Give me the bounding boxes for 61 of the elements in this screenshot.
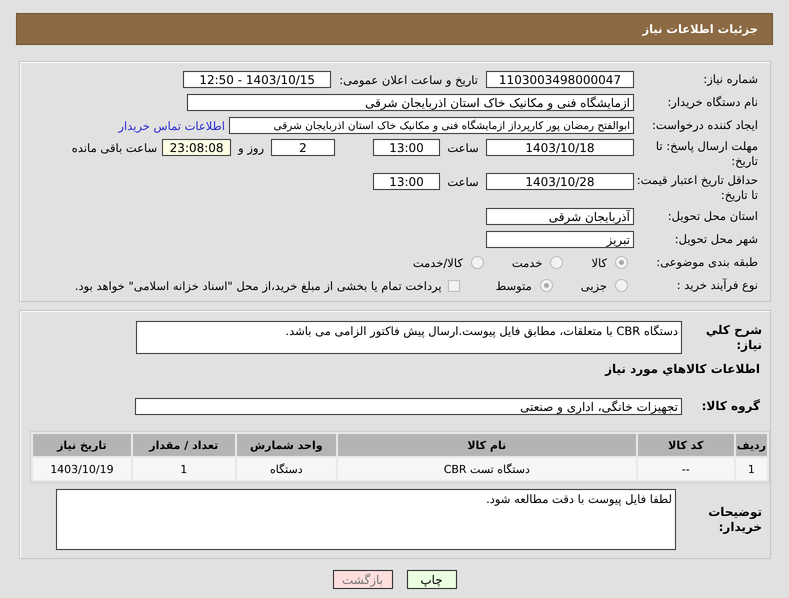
- table-cell: --: [638, 458, 734, 480]
- field-label: ایجاد کننده درخواست:: [651, 118, 759, 133]
- field-label: نوع فرآیند خرید :: [676, 278, 759, 293]
- city-field[interactable]: تبریز: [486, 231, 634, 248]
- radio-button[interactable]: [615, 256, 628, 269]
- date-field[interactable]: 1403/10/28: [486, 173, 634, 190]
- column-header: تاریخ نیاز: [33, 434, 131, 456]
- back-button[interactable]: بازگشت: [332, 570, 392, 589]
- column-header: ردیف: [736, 434, 767, 456]
- days-label: روز و: [238, 140, 264, 154]
- checkbox[interactable]: [448, 280, 460, 292]
- time-label: ساعت: [446, 174, 480, 188]
- print-button[interactable]: چاپ: [406, 570, 456, 589]
- column-header: تعداد / مقدار: [132, 434, 235, 456]
- table-cell: دستگاه: [236, 458, 336, 480]
- goods-group-field[interactable]: تجهیزات خانگی، اداری و صنعتی: [135, 398, 682, 415]
- field-label: تاریخ و ساعت اعلان عمومی:: [339, 72, 478, 86]
- field-label: گروه کالا:: [700, 399, 761, 414]
- field-label: استان محل تحویل:: [666, 209, 759, 224]
- need-number-field[interactable]: 1103003498000047: [486, 71, 634, 88]
- field-label: شهر محل تحویل:: [674, 232, 759, 247]
- time-field[interactable]: 13:00: [373, 139, 440, 156]
- option-label: کالا/خدمت: [412, 256, 463, 270]
- field-label: نام دستگاه خریدار:: [666, 95, 759, 110]
- time-label: ساعت: [446, 140, 480, 154]
- province-field[interactable]: آذربایجان شرقی: [486, 208, 634, 225]
- table-cell: 1: [132, 458, 235, 480]
- table-cell: دستگاه تست CBR: [338, 458, 636, 480]
- buyer-notes-box[interactable]: لطفا فایل پیوست با دقت مطالعه شود.: [56, 489, 676, 550]
- checkbox-label: پرداخت تمام یا بخشی از مبلغ خرید،از محل "اسناد خزانه اسلامی" خواهد بود.: [74, 278, 442, 292]
- date-field[interactable]: 1403/10/18: [486, 139, 634, 156]
- radio-button[interactable]: [615, 279, 628, 292]
- field-label: طبقه بندی موضوعی:: [655, 255, 759, 270]
- column-header: واحد شمارش: [236, 434, 336, 456]
- contact-link[interactable]: اطلاعات تماس خریدار: [118, 118, 225, 132]
- option-label: متوسط: [496, 278, 532, 292]
- buyer-org-field[interactable]: ازمایشگاه فنی و مکانیک خاک استان اذربایجان شرقی: [187, 94, 634, 111]
- time-field[interactable]: 13:00: [373, 173, 440, 190]
- radio-button[interactable]: [540, 279, 553, 292]
- remaining-time-field[interactable]: 23:08:08: [162, 139, 232, 156]
- field-label: مهلت ارسال پاسخ: تا تاریخ:: [654, 139, 759, 169]
- option-label: جزیی: [580, 278, 607, 292]
- option-label: کالا: [591, 256, 607, 270]
- field-label: شرح كلي نياز:: [704, 322, 763, 352]
- page-header: جزئیات اطلاعات نیاز: [16, 13, 773, 45]
- section-heading: اطلاعات كالاهاي مورد نياز: [604, 361, 761, 378]
- column-header: کد کالا: [638, 434, 734, 456]
- field-label: حداقل تاریخ اعتبار قیمت: تا تاریخ:: [636, 173, 759, 203]
- requester-field[interactable]: ابوالفتح رمضان پور کارپرداز ازمایشگاه فنی و مکانیک خاک استان اذربایجان شرقی: [229, 117, 634, 134]
- radio-button[interactable]: [470, 256, 484, 269]
- remaining-label: ساعت باقی مانده: [72, 140, 158, 154]
- announce-datetime-field[interactable]: 1403/10/15 - 12:50: [183, 71, 332, 88]
- field-label: توضیحات خریدار:: [707, 504, 763, 534]
- column-header: نام کالا: [338, 434, 636, 456]
- description-box[interactable]: دستگاه CBR با متعلقات، مطابق فایل پیوست.ارسال پیش فاکتور الزامی می باشد.: [136, 321, 682, 354]
- days-field[interactable]: 2: [271, 139, 335, 156]
- option-label: خدمت: [512, 256, 542, 270]
- table-cell: 1: [736, 458, 767, 480]
- field-label: شماره نیاز:: [702, 72, 759, 87]
- table-cell: 1403/10/19: [33, 458, 131, 480]
- radio-button[interactable]: [550, 256, 564, 269]
